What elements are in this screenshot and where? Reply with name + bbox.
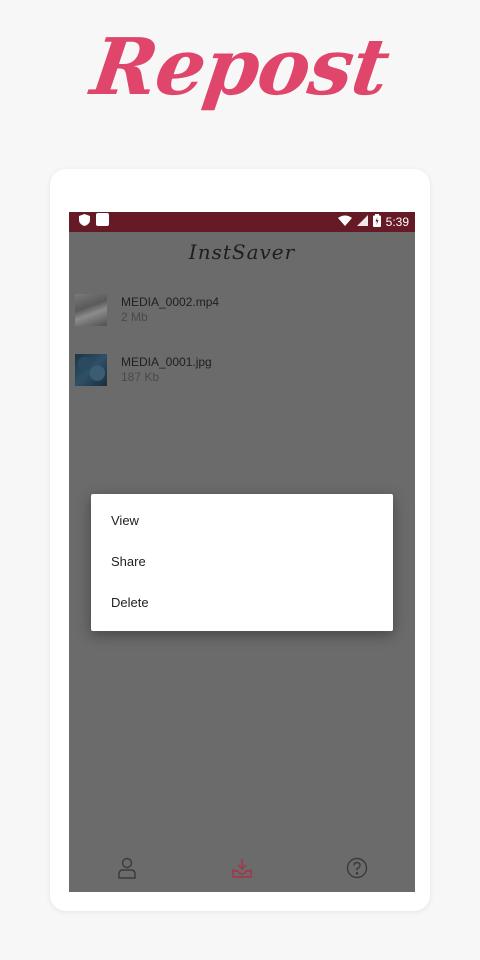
notification-icon (96, 213, 109, 231)
phone-screen: 5:39 InstSaver MEDIA_0002.mp4 2 Mb MEDIA… (69, 212, 415, 892)
file-item[interactable]: MEDIA_0001.jpg 187 Kb (75, 352, 395, 388)
file-name: MEDIA_0001.jpg (121, 355, 212, 369)
shield-icon (79, 213, 90, 231)
bottom-nav (69, 848, 415, 892)
menu-item-view[interactable]: View (91, 500, 393, 541)
nav-profile-button[interactable] (107, 850, 147, 890)
status-time: 5:39 (385, 215, 409, 229)
download-tray-icon (231, 857, 253, 884)
cell-signal-icon (356, 215, 368, 229)
profile-icon (117, 857, 137, 884)
file-name: MEDIA_0002.mp4 (121, 295, 220, 309)
file-size: 187 Kb (121, 370, 160, 384)
help-icon (346, 857, 368, 884)
file-item[interactable]: MEDIA_0002.mp4 2 Mb (75, 292, 395, 328)
nav-downloads-button[interactable] (222, 850, 262, 890)
file-size: 2 Mb (121, 310, 148, 324)
app-title: InstSaver (188, 240, 296, 264)
context-menu: View Share Delete (91, 494, 393, 631)
video-thumbnail (75, 294, 107, 326)
menu-item-share[interactable]: Share (91, 541, 393, 582)
image-thumbnail (75, 354, 107, 386)
nav-help-button[interactable] (337, 850, 377, 890)
menu-item-delete[interactable]: Delete (91, 582, 393, 623)
wifi-icon (337, 215, 352, 229)
promo-title: Repost (86, 22, 394, 113)
battery-icon (372, 214, 381, 230)
status-bar: 5:39 (69, 212, 415, 232)
